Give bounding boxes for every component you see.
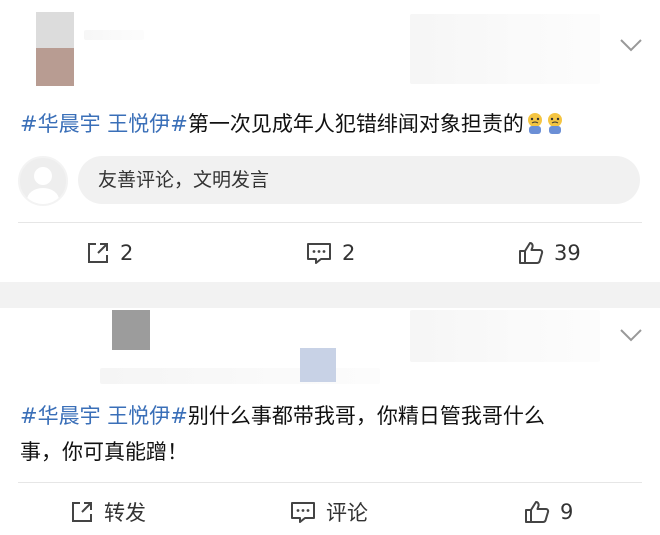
hashtag-link[interactable]: #华晨宇 王悦伊#	[20, 112, 188, 136]
share-count: 2	[120, 241, 134, 265]
post-card: #华晨宇 王悦伊#第一次见成年人犯错绯闻对象担责的 友善评论，文明发言 2 2 …	[0, 0, 660, 282]
post-text-line: 事，你可真能蹭！	[20, 440, 188, 464]
user-avatar[interactable]	[36, 12, 74, 86]
chevron-down-icon[interactable]	[620, 38, 642, 52]
comment-icon	[307, 243, 331, 264]
username-blurred	[84, 30, 144, 40]
like-count: 39	[554, 241, 581, 265]
share-button[interactable]: 2	[86, 236, 133, 270]
comment-icon	[291, 502, 315, 523]
divider	[18, 222, 642, 223]
chevron-down-icon[interactable]	[620, 328, 642, 342]
blurred-badge	[300, 348, 336, 382]
post-card: #华晨宇 王悦伊#别什么事都带我哥，你精日管我哥什么 事，你可真能蹭！ 转发 评…	[0, 308, 660, 535]
post-text: #华晨宇 王悦伊#别什么事都带我哥，你精日管我哥什么 事，你可真能蹭！	[20, 398, 640, 470]
share-label: 转发	[104, 501, 146, 525]
comment-button[interactable]: 2	[306, 236, 355, 270]
post-body: 别什么事都带我哥，你精日管我哥什么	[187, 404, 545, 428]
divider	[18, 482, 642, 483]
comment-count: 2	[342, 241, 356, 265]
post-meta-blurred	[410, 14, 600, 84]
thumbs-up-icon	[519, 242, 544, 264]
post-text: #华晨宇 王悦伊#第一次见成年人犯错绯闻对象担责的	[20, 106, 640, 142]
thumbs-up-icon	[525, 501, 550, 523]
comment-label: 评论	[326, 501, 368, 525]
post-meta-blurred	[100, 368, 380, 384]
crying-emoji-icon	[526, 109, 544, 134]
comment-composer: 友善评论，文明发言	[18, 156, 640, 206]
share-button[interactable]: 转发	[70, 496, 146, 528]
like-count: 9	[560, 500, 574, 524]
user-avatar[interactable]	[112, 310, 150, 350]
post-text-line: #华晨宇 王悦伊#别什么事都带我哥，你精日管我哥什么	[20, 398, 640, 434]
crying-emoji-icon	[546, 109, 564, 134]
hashtag-link[interactable]: #华晨宇 王悦伊#	[20, 404, 188, 428]
comment-input[interactable]: 友善评论，文明发言	[78, 156, 640, 204]
share-icon	[88, 243, 108, 263]
like-button[interactable]: 39	[518, 236, 581, 270]
share-icon	[72, 502, 92, 522]
like-button[interactable]: 9	[524, 496, 573, 528]
post-meta-blurred	[410, 310, 600, 362]
comment-button[interactable]: 评论	[290, 496, 368, 528]
post-body: 第一次见成年人犯错绯闻对象担责的	[187, 112, 524, 136]
my-avatar	[18, 156, 68, 206]
